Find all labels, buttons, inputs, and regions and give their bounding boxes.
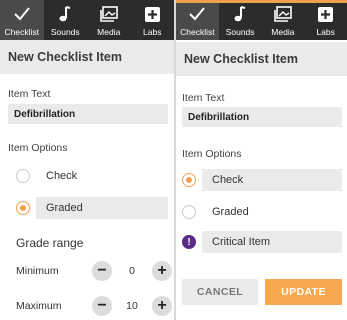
critical-alert-icon: ! bbox=[182, 235, 196, 249]
music-note-icon bbox=[59, 4, 71, 24]
update-button[interactable]: UPDATE bbox=[265, 279, 342, 305]
tab-label: Media bbox=[271, 27, 295, 37]
tab-label: Sounds bbox=[50, 27, 80, 37]
tab-sounds[interactable]: Sounds bbox=[219, 0, 262, 40]
minimum-value: 0 bbox=[129, 265, 135, 277]
check-radio[interactable] bbox=[16, 169, 30, 183]
app-screens: Checklist Sounds Media Labs New Checklis… bbox=[0, 0, 347, 320]
music-note-icon bbox=[234, 4, 246, 24]
minimum-label: Minimum bbox=[16, 265, 59, 277]
image-icon bbox=[99, 4, 118, 24]
critical-item-toggle[interactable]: Critical Item bbox=[202, 231, 342, 253]
maximum-increment-button[interactable]: + bbox=[152, 296, 172, 316]
item-options-label: Item Options bbox=[8, 142, 68, 154]
right-screen: Checklist Sounds Media Labs New Checklis… bbox=[176, 0, 347, 320]
tab-label: Checklist bbox=[4, 27, 39, 37]
maximum-value: 10 bbox=[126, 300, 138, 312]
option-graded[interactable]: Graded bbox=[36, 197, 168, 219]
tab-checklist[interactable]: Checklist bbox=[0, 0, 44, 40]
maximum-decrement-button[interactable]: − bbox=[92, 296, 112, 316]
accent-bar bbox=[176, 0, 347, 3]
item-text-label: Item Text bbox=[182, 92, 225, 104]
tab-sounds[interactable]: Sounds bbox=[44, 0, 88, 40]
tab-label: Labs bbox=[143, 27, 162, 37]
maximum-label: Maximum bbox=[16, 300, 62, 312]
tab-labs[interactable]: Labs bbox=[304, 0, 347, 40]
page-title: New Checklist Item bbox=[176, 42, 347, 76]
left-screen: Checklist Sounds Media Labs New Checklis… bbox=[0, 0, 174, 320]
page-title: New Checklist Item bbox=[0, 40, 174, 74]
item-text-label: Item Text bbox=[8, 88, 51, 100]
item-options-label: Item Options bbox=[182, 148, 242, 160]
tab-label: Sounds bbox=[225, 27, 255, 37]
minimum-decrement-button[interactable]: − bbox=[92, 261, 112, 281]
cancel-button[interactable]: CANCEL bbox=[182, 279, 258, 305]
tab-media[interactable]: Media bbox=[262, 0, 305, 40]
graded-radio[interactable] bbox=[16, 201, 30, 215]
item-text-input[interactable]: Defibrillation bbox=[182, 107, 342, 127]
checkmark-icon bbox=[14, 4, 30, 24]
item-text-input[interactable]: Defibrillation bbox=[8, 104, 168, 124]
option-graded[interactable]: Graded bbox=[202, 201, 342, 223]
option-check[interactable]: Check bbox=[36, 165, 168, 187]
grade-range-heading: Grade range bbox=[16, 236, 84, 250]
tab-label: Checklist bbox=[180, 27, 215, 37]
tab-bar: Checklist Sounds Media Labs bbox=[176, 0, 347, 40]
image-icon bbox=[274, 4, 292, 24]
tab-labs[interactable]: Labs bbox=[131, 0, 175, 40]
plus-box-icon bbox=[318, 4, 334, 24]
tab-media[interactable]: Media bbox=[87, 0, 131, 40]
tab-label: Media bbox=[97, 27, 121, 37]
tab-checklist[interactable]: Checklist bbox=[176, 0, 219, 40]
check-radio[interactable] bbox=[182, 173, 196, 187]
tab-label: Labs bbox=[316, 27, 335, 37]
minimum-increment-button[interactable]: + bbox=[152, 261, 172, 281]
graded-radio[interactable] bbox=[182, 205, 196, 219]
tab-bar: Checklist Sounds Media Labs bbox=[0, 0, 174, 40]
option-check[interactable]: Check bbox=[202, 169, 342, 191]
checkmark-icon bbox=[189, 4, 206, 24]
plus-box-icon bbox=[144, 4, 160, 24]
